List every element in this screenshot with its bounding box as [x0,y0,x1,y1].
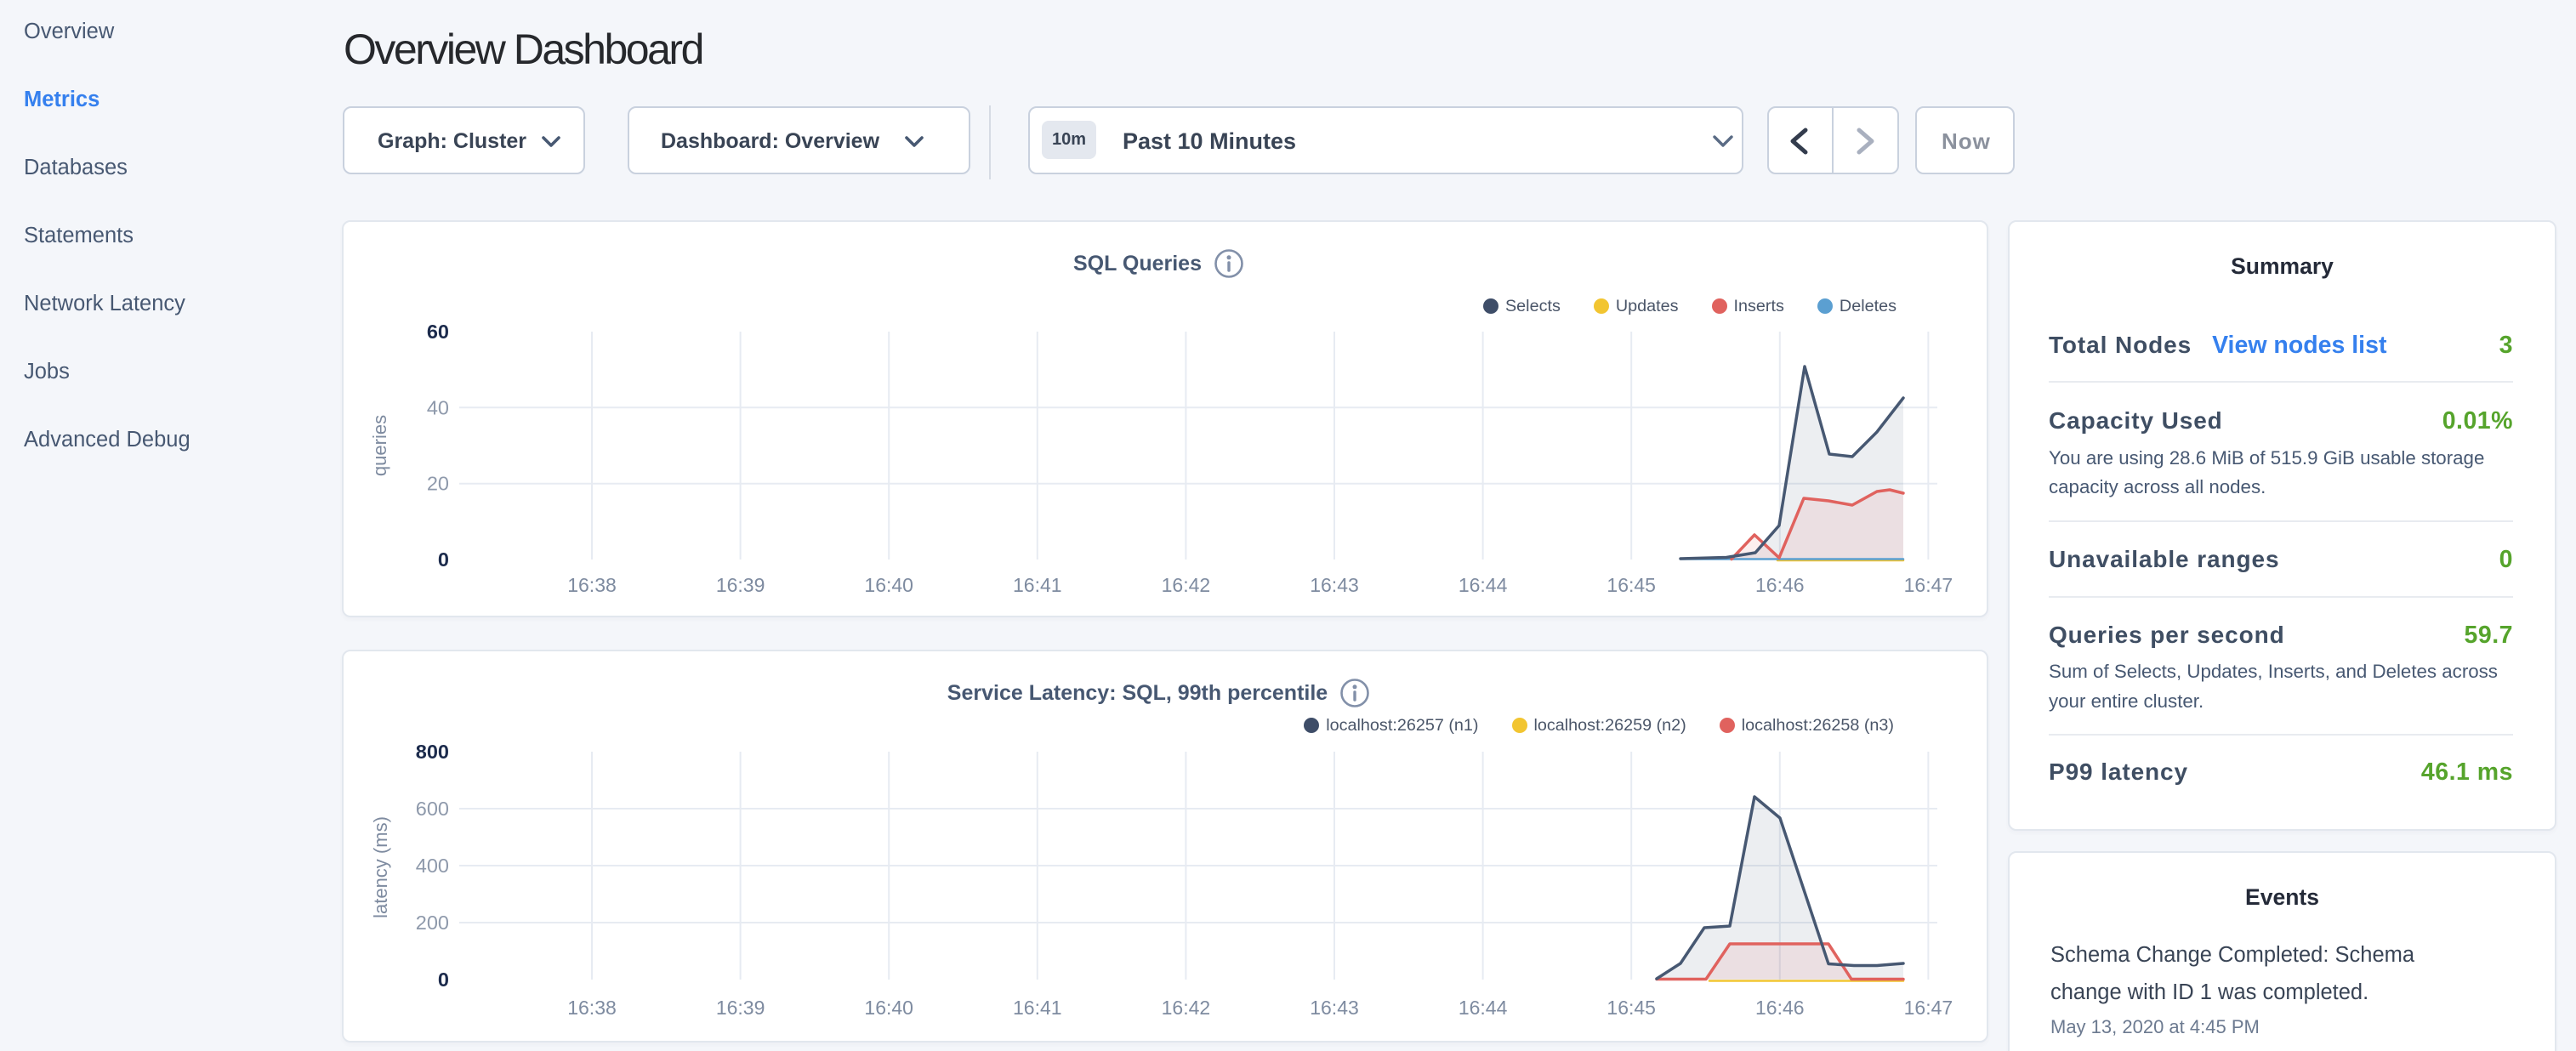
svg-text:20: 20 [427,473,449,495]
svg-text:200: 200 [416,912,449,934]
svg-text:16:46: 16:46 [1755,997,1805,1019]
svg-text:16:42: 16:42 [1162,997,1211,1019]
svg-text:16:45: 16:45 [1606,574,1656,596]
svg-text:600: 600 [416,798,449,820]
svg-text:16:44: 16:44 [1459,997,1508,1019]
svg-text:16:43: 16:43 [1310,574,1359,596]
svg-text:16:40: 16:40 [864,997,913,1019]
svg-text:60: 60 [427,321,449,343]
svg-text:16:38: 16:38 [567,997,617,1019]
svg-text:16:47: 16:47 [1904,997,1953,1019]
svg-text:16:39: 16:39 [716,997,765,1019]
svg-text:0: 0 [438,969,449,991]
svg-text:16:45: 16:45 [1606,997,1656,1019]
svg-text:16:44: 16:44 [1459,574,1508,596]
svg-text:400: 400 [416,855,449,877]
svg-text:16:41: 16:41 [1013,997,1062,1019]
svg-text:40: 40 [427,396,449,418]
svg-text:0: 0 [438,548,449,571]
svg-text:16:41: 16:41 [1013,574,1062,596]
svg-text:16:39: 16:39 [716,574,765,596]
svg-text:16:40: 16:40 [864,574,913,596]
svg-text:16:43: 16:43 [1310,997,1359,1019]
svg-text:800: 800 [416,741,449,763]
svg-text:16:42: 16:42 [1162,574,1211,596]
svg-text:16:47: 16:47 [1904,574,1953,596]
svg-text:16:46: 16:46 [1755,574,1805,596]
svg-text:16:38: 16:38 [567,574,617,596]
